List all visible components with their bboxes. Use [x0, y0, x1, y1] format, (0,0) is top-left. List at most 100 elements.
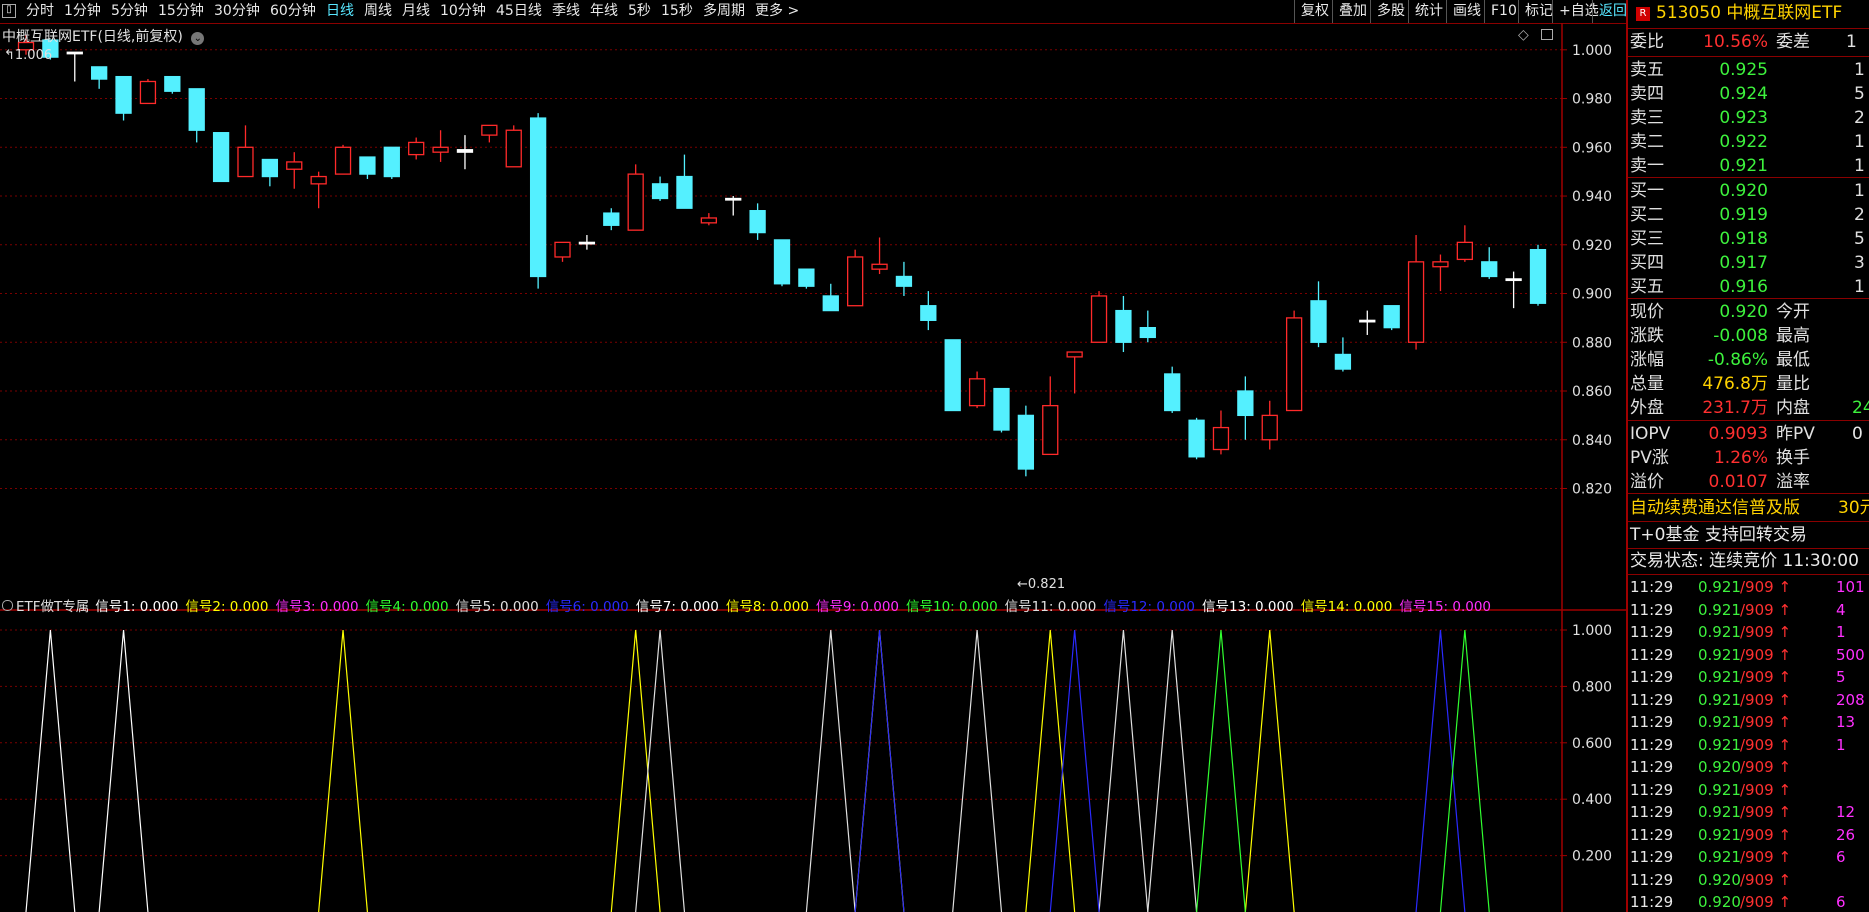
candle	[1042, 376, 1059, 456]
candle-body	[1164, 373, 1181, 412]
tick-time: 11:29	[1630, 645, 1674, 664]
tick-price: 0.920	[1698, 893, 1741, 911]
candle	[212, 132, 230, 183]
candle-body	[334, 146, 352, 175]
ad-price[interactable]: 30元	[1838, 496, 1869, 520]
panel-icon[interactable]	[1541, 29, 1553, 40]
tick-time: 11:29	[1630, 758, 1674, 776]
tick-time: 11:29	[1630, 803, 1674, 821]
kline-chart[interactable]: 1.000 0.980 0.960 0.940 0.920 0.900 0.880 0.860…	[0, 0, 1626, 912]
candle	[261, 158, 279, 187]
signal-spike	[805, 629, 856, 912]
candle	[895, 261, 913, 296]
indicator-name[interactable]: ETF做T专属	[16, 599, 89, 615]
buy-level-4[interactable]: 买四 0.917 3	[1628, 251, 1869, 275]
indicator-tick-label: 1.000	[1572, 623, 1612, 639]
order-price: 0.917	[1719, 253, 1768, 273]
sell-level-4[interactable]: 卖四 0.924 5	[1628, 82, 1869, 106]
high-price-label: ↰1.006	[4, 48, 53, 63]
candle	[578, 235, 596, 250]
stat-value: 231.7万	[1702, 398, 1768, 418]
tick-price: 0.921	[1698, 668, 1741, 686]
indicator-grid	[0, 609, 1626, 857]
candle	[1407, 235, 1425, 350]
ad-text[interactable]: 自动续费通达信普及版	[1630, 498, 1800, 518]
tick-seq: /909 ↑	[1740, 848, 1792, 866]
candle	[1212, 410, 1230, 455]
tick-row: 11:29 0.921/909 ↑ 101	[1628, 576, 1869, 598]
order-price: 0.925	[1719, 60, 1768, 80]
candle-body	[1383, 305, 1400, 329]
indicator-header: ETF做T专属 信号1: 0.000 信号2: 0.000 信号3: 0.000 信号4…	[2, 598, 1498, 616]
candle-body	[505, 129, 522, 168]
tick-volume: 6	[1836, 893, 1846, 911]
sell-level-3[interactable]: 卖三 0.923 2	[1628, 106, 1869, 130]
candle-body	[237, 146, 254, 178]
tick-volume: 26	[1836, 825, 1856, 844]
price-tick-label: 0.920	[1572, 238, 1612, 254]
sell-level-5[interactable]: 卖五 0.925 1	[1628, 58, 1869, 82]
candle-body	[944, 339, 961, 412]
candle-body	[822, 295, 839, 312]
stat-value: 476.8万	[1702, 374, 1768, 394]
buy-level-2[interactable]: 买二 0.919 2	[1628, 203, 1869, 227]
candle-body	[1310, 300, 1327, 343]
chart-title-text: 中概互联网ETF(日线,前复权)	[2, 29, 183, 45]
sell-level-1[interactable]: 卖一 0.921 1	[1628, 154, 1869, 178]
tick-row: 11:29 0.921/909 ↑ 4	[1628, 599, 1869, 621]
trade-status: 交易状态: 连续竞价 11:30:00	[1630, 551, 1859, 571]
candle-body	[408, 141, 425, 156]
ad-banner[interactable]: 自动续费通达信普及版 30元	[1630, 496, 1869, 520]
low-price-value: 0.821	[1027, 577, 1066, 592]
candle-body	[749, 210, 766, 234]
tick-price: 0.921	[1698, 690, 1741, 709]
signal-spike	[635, 629, 686, 912]
buy-level-1[interactable]: 买一 0.920 1	[1628, 179, 1869, 203]
stat-label: 涨跌	[1630, 326, 1664, 346]
buy-level-3[interactable]: 买三 0.918 5	[1628, 227, 1869, 251]
signal-label-7: 信号7: 0.000	[635, 599, 719, 615]
tick-row: 11:29 0.920/909 ↑	[1628, 756, 1869, 778]
candle-body	[1237, 390, 1254, 417]
candle-body	[66, 51, 83, 55]
candle-body	[1432, 261, 1449, 268]
indicator-circle-icon[interactable]	[2, 600, 13, 611]
candle-body	[773, 239, 791, 285]
signal-label-10: 信号10: 0.000	[906, 599, 998, 615]
diamond-icon[interactable]: ◇	[1518, 27, 1529, 43]
signal-spike	[25, 629, 76, 912]
signal-spike	[610, 629, 661, 912]
tick-volume: 208	[1836, 690, 1865, 709]
indicator-tick-label: 0.600	[1572, 736, 1612, 752]
indicator-axis: 1.000 0.800 0.600 0.400 0.200	[1561, 610, 1612, 912]
tick-price: 0.921	[1698, 600, 1741, 619]
tick-time: 11:29	[1630, 623, 1674, 641]
signal-label-5: 信号5: 0.000	[455, 599, 539, 615]
candle	[383, 146, 400, 179]
tick-seq: /909 ↑	[1740, 870, 1792, 889]
candle-body	[481, 124, 498, 136]
buy-level-5[interactable]: 买五 0.916 1	[1628, 275, 1869, 299]
candle	[188, 88, 205, 143]
candle	[1261, 400, 1278, 450]
order-label: 买三	[1630, 229, 1664, 249]
candle-body	[1042, 404, 1059, 456]
tick-row: 11:29 0.920/909 ↑	[1628, 869, 1869, 891]
tick-row: 11:29 0.921/909 ↑	[1628, 779, 1869, 801]
candle	[1334, 337, 1352, 372]
candle	[359, 156, 376, 179]
tick-volume: 101	[1836, 578, 1865, 596]
candle	[481, 124, 498, 143]
order-volume: 1	[1854, 132, 1865, 152]
signal-spike	[1195, 629, 1246, 912]
candle-body	[310, 175, 327, 185]
candle-body	[1017, 414, 1035, 470]
sell-level-2[interactable]: 卖二 0.922 1	[1628, 130, 1869, 154]
tick-time: 11:29	[1630, 713, 1674, 731]
tick-price: 0.921	[1698, 848, 1741, 866]
quote-title: R 513050 中概互联网ETF	[1628, 0, 1869, 27]
order-label: 卖三	[1630, 108, 1664, 128]
chevron-down-icon[interactable]: ⌄	[191, 32, 205, 45]
tick-price: 0.921	[1698, 735, 1741, 754]
weicha-label: 委差	[1776, 32, 1810, 52]
